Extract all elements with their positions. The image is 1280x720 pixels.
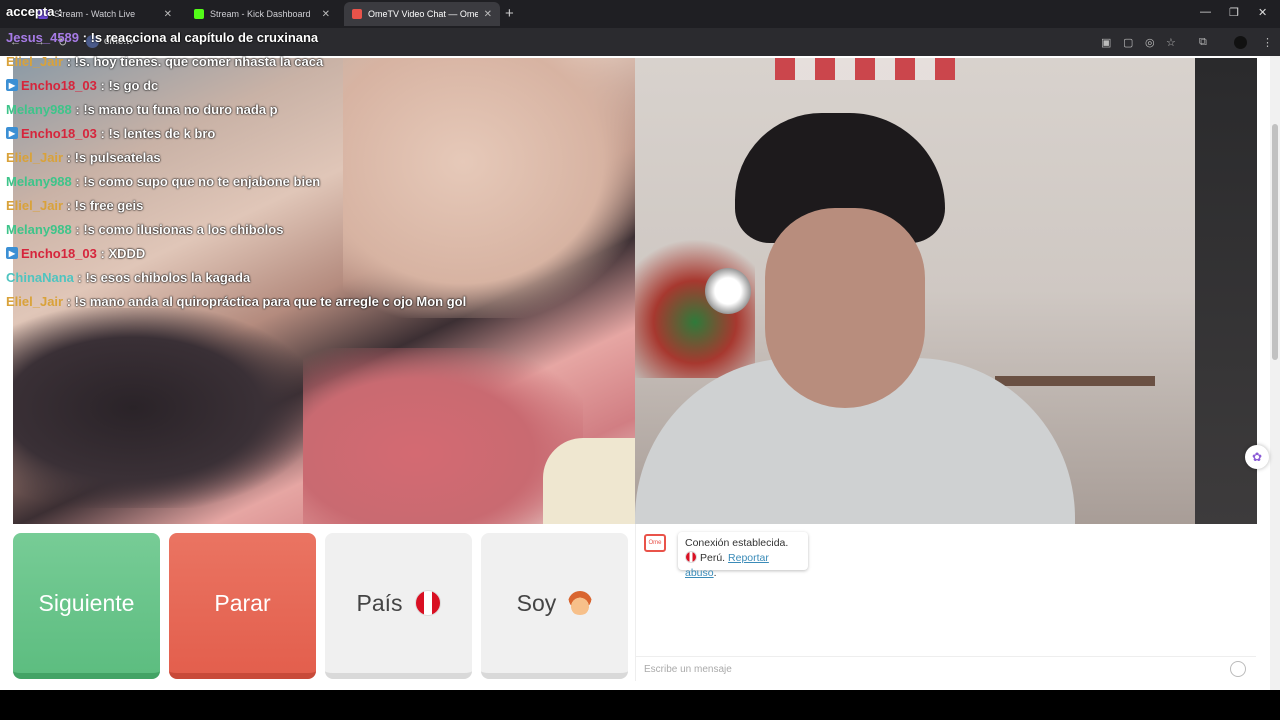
- system-message: Conexión establecida. Perú. Reportar abu…: [678, 532, 808, 579]
- ometv-logo-icon: Ome: [644, 534, 666, 552]
- chat-text: !s lentes de k bro: [108, 125, 216, 141]
- menu-icon[interactable]: ⋮: [1262, 36, 1273, 49]
- overlay-label: accepta :: [6, 4, 63, 19]
- peru-flag-icon: [414, 590, 441, 616]
- minimize-button[interactable]: —: [1200, 6, 1211, 18]
- chat-message: Jesus_4589 : !s reacciona al capítulo de…: [6, 29, 319, 45]
- subscriber-badge-icon: ▶: [6, 127, 18, 139]
- ometv-icon: [352, 9, 362, 19]
- tab-strip: Stream - Watch Live ✕ Stream - Kick Dash…: [0, 0, 1280, 28]
- chat-username: ChinaNana: [6, 269, 74, 285]
- chat-text: !s esos chibolos la kagada: [85, 269, 251, 285]
- chat-username: Eliel_Jair: [6, 53, 64, 69]
- extensions-icon[interactable]: ⧉: [1199, 36, 1207, 49]
- chat-username: Encho18_03: [21, 125, 97, 141]
- emoji-icon[interactable]: [1230, 661, 1246, 677]
- install-icon[interactable]: ▢: [1123, 36, 1133, 49]
- profile-avatar[interactable]: [1234, 36, 1247, 49]
- tab-kick-dashboard[interactable]: Stream - Kick Dashboard ✕: [186, 2, 338, 26]
- text-chat-panel: Ome Conexión establecida. Perú. Reportar…: [635, 524, 1257, 681]
- self-video: [635, 58, 1257, 524]
- peru-flag-icon: [685, 551, 697, 563]
- chat-message: Eliel_Jair : !s. hoy tienes. que comer n…: [6, 53, 324, 69]
- chat-username: Encho18_03: [21, 77, 97, 93]
- chat-message: Melany988 : !s como supo que no te enjab…: [6, 173, 321, 189]
- chat-text: !s como supo que no te enjabone bien: [83, 173, 321, 189]
- chat-text: !s reacciona al capítulo de cruxinana: [90, 29, 319, 45]
- chat-username: Eliel_Jair: [6, 197, 64, 213]
- stop-button[interactable]: Parar: [169, 533, 316, 679]
- chat-message: ▶ Encho18_03 : !s lentes de k bro: [6, 123, 215, 143]
- chat-message: Eliel_Jair : !s free geis: [6, 197, 144, 213]
- chat-message: Melany988 : !s como ilusionas a los chib…: [6, 221, 284, 237]
- chat-text: !s free geis: [74, 197, 144, 213]
- translate-icon[interactable]: ▣: [1101, 36, 1111, 49]
- chat-text: !s. hoy tienes. que comer nhasta la caca: [74, 53, 324, 69]
- subscriber-badge-icon: ▶: [6, 247, 18, 259]
- close-icon[interactable]: ✕: [164, 9, 172, 20]
- chat-username: Melany988: [6, 173, 72, 189]
- chat-username: Jesus_4589: [6, 29, 80, 45]
- chat-message: Melany988 : !s mano tu funa no duro nada…: [6, 101, 278, 117]
- chat-text: !s mano tu funa no duro nada p: [83, 101, 278, 117]
- chat-username: Melany988: [6, 221, 72, 237]
- side-widget-icon[interactable]: ✿: [1245, 445, 1269, 469]
- close-icon[interactable]: ✕: [322, 9, 330, 20]
- new-tab-button[interactable]: +: [505, 5, 514, 22]
- tab-ometv[interactable]: OmeTV Video Chat — Ome ✕: [344, 2, 500, 26]
- chat-username: Melany988: [6, 101, 72, 117]
- chat-text: !s como ilusionas a los chibolos: [83, 221, 284, 237]
- chat-message: ▶ Encho18_03 : !s go dc: [6, 75, 158, 95]
- close-window-button[interactable]: ✕: [1258, 6, 1267, 19]
- chat-username: Encho18_03: [21, 245, 97, 261]
- chat-message: Eliel_Jair : !s pulseatelas: [6, 149, 161, 165]
- chat-message: ▶ Encho18_03 : XDDD: [6, 243, 145, 263]
- chat-text: XDDD: [108, 245, 146, 261]
- next-button[interactable]: Siguiente: [13, 533, 160, 679]
- country-button[interactable]: País: [325, 533, 472, 679]
- eye-off-icon[interactable]: ◎: [1145, 36, 1155, 49]
- gender-button[interactable]: Soy: [481, 533, 628, 679]
- chat-username: Eliel_Jair: [6, 293, 64, 309]
- message-input-area: [636, 656, 1256, 681]
- chat-text: !s mano anda al quiropráctica para que t…: [74, 293, 467, 309]
- maximize-button[interactable]: ❐: [1229, 6, 1239, 19]
- close-icon[interactable]: ✕: [484, 9, 492, 20]
- chat-username: Eliel_Jair: [6, 149, 64, 165]
- scrollbar[interactable]: [1270, 56, 1280, 690]
- kick-icon: [194, 9, 204, 19]
- scroll-thumb[interactable]: [1272, 124, 1278, 360]
- report-abuse-link[interactable]: Reportar abuso: [685, 552, 769, 579]
- message-input[interactable]: [636, 657, 1216, 681]
- chat-text: !s go dc: [108, 77, 159, 93]
- bookmark-star-icon[interactable]: ☆: [1166, 36, 1176, 49]
- chat-text: !s pulseatelas: [74, 149, 161, 165]
- chat-message: ChinaNana : !s esos chibolos la kagada: [6, 269, 251, 285]
- subscriber-badge-icon: ▶: [6, 79, 18, 91]
- boy-emoji-icon: [568, 591, 593, 615]
- chat-message: Eliel_Jair : !s mano anda al quiroprácti…: [6, 293, 467, 309]
